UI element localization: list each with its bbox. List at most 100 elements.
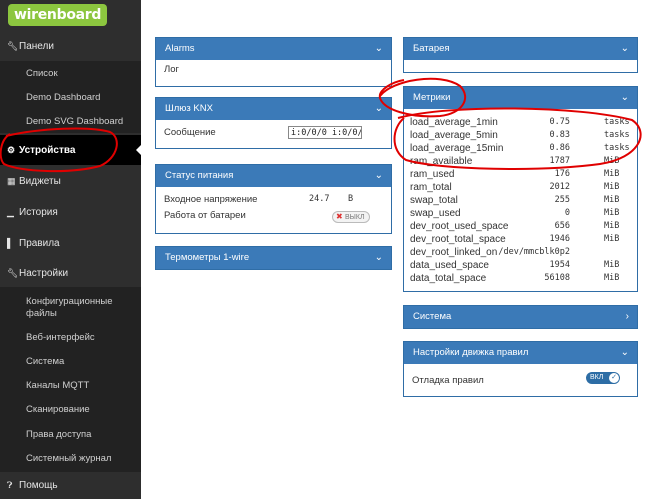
sidebar-subitem-system-log[interactable]: Системный журнал [0,453,141,465]
metric-unit: MiB [604,169,620,179]
chevron-down-icon[interactable]: ⌄ [375,98,383,120]
metric-unit: tasks [604,143,630,153]
metric-unit: tasks [604,130,630,140]
metric-value: 1946 [549,234,570,244]
chevron-down-icon[interactable]: ⌄ [375,247,383,269]
knx-panel-header[interactable]: Шлюз KNX ⌄ [156,98,391,120]
sidebar-item-history[interactable]: ▁ История [0,197,141,227]
metric-row: dev_root_used_space 656 MiB [410,220,636,233]
wirenboard-logo[interactable]: wirenboard [8,4,108,26]
alarms-log[interactable]: Лог [156,60,391,79]
sidebar-subitem-list[interactable]: Список [0,68,141,80]
sidebar-item-rules[interactable]: ▌ Правила [0,228,141,258]
battery-mode-toggle[interactable]: ✖ ВЫКЛ [332,211,370,223]
metric-row: load_average_5min 0.83 tasks [410,129,636,142]
knx-message-input[interactable]: i:0/0/0 i:0/0/0 [288,126,362,139]
metric-name: load_average_5min [410,130,498,141]
metric-value: 0.75 [549,117,570,127]
sidebar-subitem-scanning[interactable]: Сканирование [0,404,141,416]
sidebar-item-devices[interactable]: ⚙ Устройства [0,135,141,165]
knx-message-label: Сообщение [164,127,216,138]
onewire-panel-header[interactable]: Термометры 1-wire ⌄ [156,247,391,269]
input-voltage-unit: В [348,194,354,204]
sidebar-item-label: История [19,207,58,218]
metric-row: data_total_space 56108 MiB [410,272,636,285]
input-voltage-label: Входное напряжение [164,194,258,205]
panel-title: Метрики [413,92,451,103]
input-voltage-row: Входное напряжение 24.7 В [164,193,383,206]
power-status-panel: Статус питания ⌄ Входное напряжение 24.7… [155,164,392,234]
sidebar-item-label: Настройки [19,268,69,279]
active-indicator [136,145,141,155]
question-circle-icon: ❓︎ [7,480,13,490]
metric-unit: MiB [604,208,620,218]
rules-engine-panel: Настройки движка правил ⌄ Отладка правил… [403,341,638,397]
sidebar-item-widgets[interactable]: ▦ Виджеты [0,166,141,196]
metric-name: dev_root_linked_on [410,247,498,258]
metric-name: dev_root_used_space [410,221,509,232]
rules-engine-panel-header[interactable]: Настройки движка правил ⌄ [404,342,637,364]
sidebar-item-panels[interactable]: 🔧︎Панели [0,31,141,61]
battery-mode-label: Работа от батареи [164,210,246,221]
bar-chart-icon: ▁ [7,207,14,217]
metrics-panel-header[interactable]: Метрики ⌄ [404,87,637,109]
panel-title: Статус питания [165,170,234,181]
sidebar-subitem-config-files[interactable]: Конфигурационные файлы [0,296,120,320]
metric-name: data_used_space [410,260,489,271]
alarms-panel: Alarms ⌄ Лог [155,37,392,87]
sidebar-subitem-access-rights[interactable]: Права доступа [0,429,141,441]
input-voltage-value: 24.7 [309,194,330,204]
battery-mode-row: Работа от батареи ✖ ВЫКЛ [164,209,383,223]
chevron-down-icon[interactable]: ⌄ [375,38,383,60]
metric-name: ram_used [410,169,455,180]
wrench-icon: 🔧︎ [7,41,19,51]
metric-row: load_average_15min 0.86 tasks [410,142,636,155]
metric-unit: MiB [604,156,620,166]
metric-row: ram_available 1787 MiB [410,155,636,168]
metric-name: load_average_15min [410,143,504,154]
metric-value: 0.83 [549,130,570,140]
metric-row: swap_total 255 MiB [410,194,636,207]
metric-unit: MiB [604,260,620,270]
chevron-down-icon[interactable]: ⌄ [621,38,629,60]
gear-icon: ⚙ [7,145,16,155]
sidebar-item-label: Правила [19,238,60,249]
panel-title: Батарея [413,43,450,54]
check-icon: ✓ [609,373,619,383]
metric-row: load_average_1min 0.75 tasks [410,116,636,129]
metric-unit: MiB [604,234,620,244]
toggle-label: ВЫКЛ [345,214,365,221]
metric-unit: MiB [604,221,620,231]
wrench-icon: 🔧︎ [7,268,19,278]
sidebar-subitem-mqtt-channels[interactable]: Каналы MQTT [0,380,141,392]
metric-value: 1954 [549,260,570,270]
panel-title: Термометры 1-wire [165,252,250,263]
alarms-panel-header[interactable]: Alarms ⌄ [156,38,391,60]
sidebar-subitem-web-interface[interactable]: Веб-интерфейс [0,332,141,344]
metric-name: swap_used [410,208,461,219]
metric-value: 176 [554,169,570,179]
system-panel-header[interactable]: Система › [404,306,637,328]
sidebar-item-help[interactable]: ❓︎ Помощь [0,472,141,499]
panel-title: Настройки движка правил [413,347,529,358]
sidebar-subitem-demo-dashboard[interactable]: Demo Dashboard [0,92,141,104]
metric-value: 255 [554,195,570,205]
panel-title: Шлюз KNX [165,103,213,114]
sidebar-subitem-demo-svg-dashboard[interactable]: Demo SVG Dashboard [0,116,141,128]
chevron-right-icon[interactable]: › [626,306,629,328]
rules-debug-toggle[interactable]: ВКЛ ✓ [586,372,620,384]
onewire-panel: Термометры 1-wire ⌄ [155,246,392,270]
sidebar-item-settings[interactable]: 🔧︎Настройки [0,258,141,288]
sidebar-item-label: Панели [19,41,54,52]
sidebar-item-label: Устройства [19,145,76,156]
power-status-panel-header[interactable]: Статус питания ⌄ [156,165,391,187]
metric-value: 656 [554,221,570,231]
system-panel: Система › [403,305,638,329]
sidebar-subitem-system[interactable]: Система [0,356,141,368]
battery-panel-header[interactable]: Батарея ⌄ [404,38,637,60]
chevron-down-icon[interactable]: ⌄ [621,87,629,109]
chevron-down-icon[interactable]: ⌄ [621,342,629,364]
metric-unit: MiB [604,182,620,192]
chevron-down-icon[interactable]: ⌄ [375,165,383,187]
metric-value: 1787 [549,156,570,166]
